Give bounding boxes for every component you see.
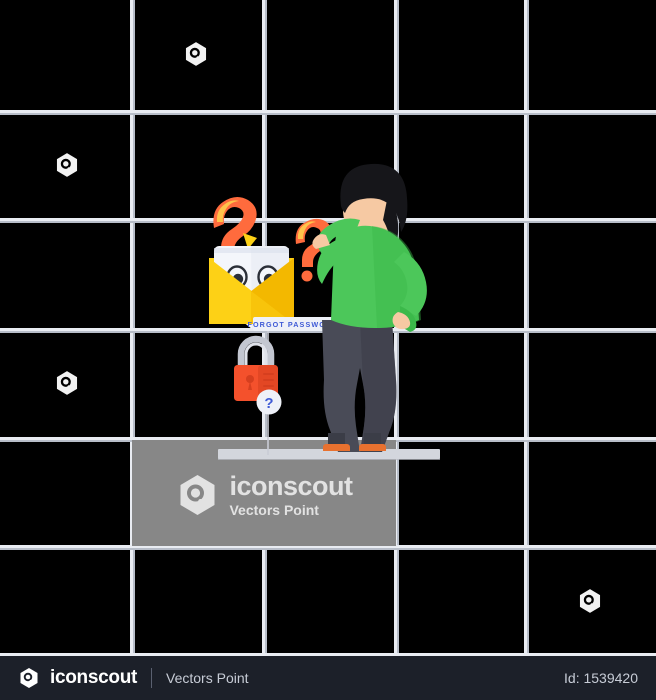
question-badge: ? bbox=[256, 389, 282, 415]
illustration-artboard: iconscout Vectors Point FORGOT PASSWORD … bbox=[0, 0, 656, 656]
footer-brand-group[interactable]: iconscout Vectors Point bbox=[18, 667, 249, 689]
footer-brand: iconscout bbox=[50, 667, 138, 688]
forgot-password-illustration: FORGOT PASSWORD ? bbox=[0, 0, 656, 656]
footer-bar: iconscout Vectors Point Id: 1539420 bbox=[0, 656, 656, 700]
footer-divider bbox=[151, 668, 153, 688]
person-confused bbox=[312, 163, 427, 452]
footer-tagline: Vectors Point bbox=[166, 670, 249, 686]
asset-id-label: Id: 1539420 bbox=[564, 670, 638, 686]
screenshot-root: iconscout Vectors Point FORGOT PASSWORD … bbox=[0, 0, 656, 700]
iconscout-hex-logo-icon bbox=[18, 667, 40, 689]
sad-envelope bbox=[209, 233, 294, 329]
svg-text:?: ? bbox=[264, 395, 273, 412]
